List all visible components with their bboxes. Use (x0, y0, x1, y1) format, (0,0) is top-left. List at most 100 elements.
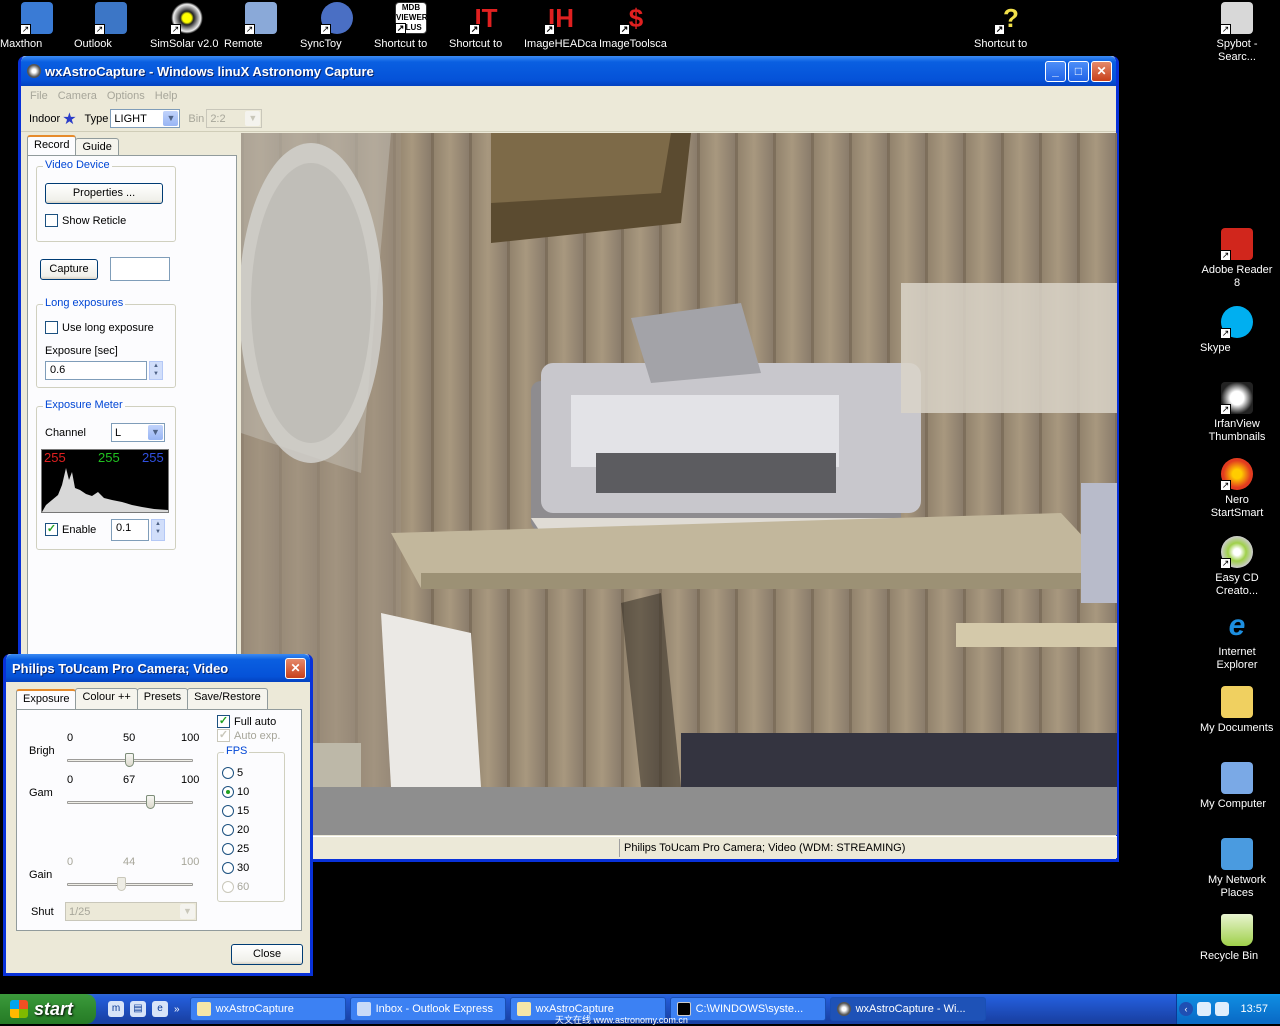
enable-box[interactable]: ✓ (45, 523, 58, 536)
desktop-icon-my-network[interactable]: My Network Places (1200, 838, 1274, 899)
tab-save-restore[interactable]: Save/Restore (187, 688, 268, 709)
desktop-icon-help-shortcut[interactable]: ? ↗ Shortcut to (974, 2, 1048, 50)
desktop-icon-remote[interactable]: ↗ Remote (224, 2, 298, 50)
full-auto-checkbox[interactable]: ✓ Full auto (217, 715, 276, 728)
tab-guide[interactable]: Guide (75, 138, 119, 155)
desktop-icon-internet-explorer[interactable]: e Internet Explorer (1200, 610, 1274, 672)
camera-dialog-titlebar[interactable]: Philips ToUcam Pro Camera; Video ✕ (6, 654, 310, 682)
task-outlook-express[interactable]: Inbox - Outlook Express (349, 997, 506, 1021)
clock[interactable]: 13:57 (1240, 1003, 1268, 1015)
desktop-icon-imagetools-it[interactable]: IT ↗ Shortcut to (449, 2, 523, 50)
fps-radio-10[interactable]: 10 (222, 786, 249, 798)
use-long-exposure-box[interactable] (45, 321, 58, 334)
enable-checkbox[interactable]: ✓ Enable (45, 523, 96, 536)
desktop-icon-spybot[interactable]: ↗ Spybot - Searc... (1200, 2, 1274, 63)
fps-radio-label: 15 (237, 805, 250, 817)
desktop-icon-simsolar[interactable]: ↗ SimSolar v2.0 (150, 2, 224, 50)
tab-colour[interactable]: Colour ++ (75, 688, 138, 709)
minimize-button[interactable]: _ (1045, 60, 1066, 82)
desktop-icon-easy-cd[interactable]: ↗ Easy CD Creato... (1200, 536, 1274, 597)
menu-camera[interactable]: Camera (53, 90, 102, 102)
desktop-icon-my-computer[interactable]: My Computer (1200, 762, 1274, 810)
fps-radio-20[interactable]: 20 (222, 824, 249, 836)
exposure-spinner[interactable]: ▲ ▼ (149, 361, 163, 380)
nero-icon: ↗ (1220, 458, 1253, 491)
gain-max: 100 (181, 856, 200, 868)
maximize-button[interactable]: □ (1068, 60, 1089, 82)
desktop-icon-recycle-bin[interactable]: Recycle Bin (1200, 914, 1274, 962)
fps-radio-25[interactable]: 25 (222, 843, 249, 855)
fps-radio-5[interactable]: 5 (222, 767, 243, 779)
channel-select[interactable]: L ▼ (111, 423, 165, 442)
main-titlebar[interactable]: wxAstroCapture - Windows linuX Astronomy… (21, 56, 1116, 86)
quicklaunch-maxthon-icon[interactable]: m (108, 1001, 124, 1017)
desktop-icon-adobe-reader[interactable]: ↗ Adobe Reader 8 (1200, 228, 1274, 289)
fps-radio-15[interactable]: 15 (222, 805, 249, 817)
volume-icon[interactable] (1197, 1002, 1211, 1016)
fps-radio-60: 60 (222, 881, 249, 893)
quicklaunch-more-icon[interactable]: » (174, 1004, 180, 1015)
exposure-input[interactable]: 0.6 (45, 361, 147, 380)
desktop-icon-irfanview[interactable]: ↗ IrfanView Thumbnails (1200, 382, 1274, 443)
network-icon[interactable] (1215, 1002, 1229, 1016)
show-reticle-checkbox[interactable]: Show Reticle (45, 214, 126, 227)
start-button[interactable]: start (0, 994, 96, 1024)
capture-field[interactable] (110, 257, 170, 281)
gain-min: 0 (67, 856, 74, 868)
fps-radio-circle[interactable] (222, 786, 234, 798)
task-cmd[interactable]: C:\WINDOWS\syste... (669, 997, 826, 1021)
show-reticle-box[interactable] (45, 214, 58, 227)
full-auto-box[interactable]: ✓ (217, 715, 230, 728)
camera-dialog-close-icon[interactable]: ✕ (285, 657, 306, 679)
brightness-min: 0 (67, 732, 74, 744)
type-select[interactable]: LIGHT ▼ (110, 109, 181, 128)
quicklaunch-browser-icon[interactable]: e (152, 1001, 168, 1017)
tab-presets[interactable]: Presets (136, 688, 189, 709)
enable-value-input[interactable]: 0.1 (111, 519, 149, 541)
capture-button[interactable]: Capture (40, 259, 98, 280)
fps-radio-circle[interactable] (222, 824, 234, 836)
task-wxastrocapture-1[interactable]: wxAstroCapture (189, 997, 346, 1021)
histogram-g: 255 (98, 450, 120, 465)
camera-dialog-close-button[interactable]: Close (231, 944, 303, 965)
gamma-slider[interactable] (67, 801, 193, 804)
tab-exposure[interactable]: Exposure (16, 689, 77, 710)
menu-options[interactable]: Options (102, 90, 150, 102)
histogram-r: 255 (44, 450, 66, 465)
enable-value-spinner[interactable]: ▲ ▼ (151, 519, 165, 541)
task-wxastrocapture-main[interactable]: wxAstroCapture - Wi... (829, 997, 986, 1021)
use-long-exposure-checkbox[interactable]: Use long exposure (45, 321, 154, 334)
fps-radio-30[interactable]: 30 (222, 862, 249, 874)
fps-radio-circle[interactable] (222, 862, 234, 874)
star-icon[interactable]: ★ (62, 109, 76, 129)
fps-radio-circle[interactable] (222, 805, 234, 817)
histogram: 255 255 255 (41, 449, 169, 513)
bin-label: Bin (188, 112, 205, 125)
menu-help[interactable]: Help (150, 90, 183, 102)
desktop-icon-imageheadca[interactable]: IH ↗ ImageHEADca (524, 2, 598, 50)
tray-collapse-icon[interactable]: ‹ (1179, 1002, 1193, 1016)
brightness-slider-thumb[interactable] (125, 753, 134, 767)
desktop-icon-outlook[interactable]: ↗ Outlook (74, 2, 148, 50)
desktop-icon-my-documents[interactable]: My Documents (1200, 686, 1274, 734)
video-preview[interactable] (241, 133, 1117, 787)
exposure-meter-title: Exposure Meter (43, 399, 125, 411)
start-label: start (34, 998, 74, 1019)
close-button[interactable]: ✕ (1091, 60, 1112, 82)
easy-cd-icon: ↗ (1220, 536, 1253, 569)
fps-radio-circle[interactable] (222, 767, 234, 779)
tab-record[interactable]: Record (27, 135, 77, 156)
app-icon (836, 1002, 851, 1016)
desktop-icon-nero[interactable]: ↗ Nero StartSmart (1200, 458, 1274, 519)
menu-file[interactable]: File (25, 90, 53, 102)
synctoy-icon: ↗ (320, 2, 353, 35)
gamma-slider-thumb[interactable] (146, 795, 156, 809)
properties-button[interactable]: Properties ... (45, 183, 163, 204)
fps-radio-circle[interactable] (222, 843, 234, 855)
desktop-icon-imagetoolsca[interactable]: $ ↗ ImageToolsca (599, 2, 673, 50)
quicklaunch-show-desktop-icon[interactable]: ▤ (130, 1001, 146, 1017)
desktop-icon-synctoy[interactable]: ↗ SyncToy (300, 2, 374, 50)
desktop-icon-skype[interactable]: ↗ Skype (1200, 306, 1274, 354)
desktop-icon-mdb-viewer[interactable]: MDB VIEWER PLUS ↗ Shortcut to (374, 2, 448, 50)
desktop-icon-maxthon[interactable]: ↗ Maxthon (0, 2, 74, 50)
